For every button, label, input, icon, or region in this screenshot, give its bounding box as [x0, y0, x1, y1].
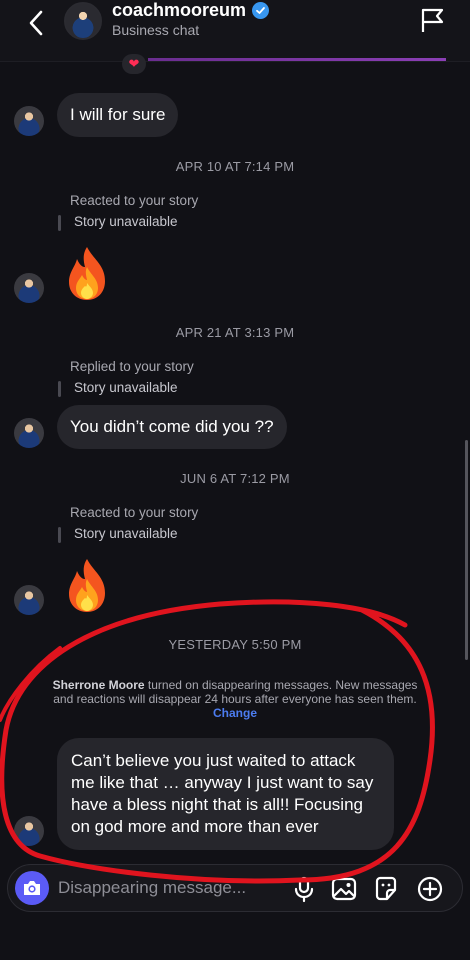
message-bubble[interactable]: I will for sure: [57, 93, 179, 137]
change-link[interactable]: Change: [213, 706, 257, 720]
story-unavailable: Story unavailable: [58, 214, 178, 231]
heart-reaction-icon[interactable]: ❤: [122, 54, 146, 74]
story-preview-strip: [148, 58, 446, 61]
message-input[interactable]: Disappearing message...: [58, 878, 246, 898]
message-line: have a bless night that is all!! Focusin…: [71, 795, 363, 814]
message-line: me like that … anyway I just want to say: [71, 773, 374, 792]
scrollbar[interactable]: [465, 440, 468, 660]
timestamp: APR 10 AT 7:14 PM: [175, 159, 295, 174]
timestamp: APR 21 AT 3:13 PM: [175, 325, 295, 340]
story-unavailable: Story unavailable: [58, 380, 178, 397]
message-line: on god more and more than ever: [71, 817, 319, 836]
sticker-icon[interactable]: [372, 875, 400, 903]
message-composer[interactable]: Disappearing message...: [7, 864, 463, 912]
plus-icon[interactable]: [416, 875, 444, 903]
message-line: Can’t believe you just waited to attack: [71, 751, 356, 770]
chat-header: coachmooreum Business chat: [0, 0, 470, 62]
fire-emoji-icon[interactable]: [63, 245, 111, 301]
avatar[interactable]: [14, 585, 44, 615]
camera-icon: [24, 881, 40, 895]
verified-badge-icon: [252, 2, 270, 19]
flag-icon[interactable]: [418, 6, 446, 34]
avatar[interactable]: [14, 106, 44, 136]
avatar[interactable]: [14, 273, 44, 303]
timestamp: YESTERDAY 5:50 PM: [168, 637, 302, 652]
username[interactable]: coachmooreum: [112, 0, 246, 21]
gallery-icon[interactable]: [330, 875, 358, 903]
disappearing-messages-notice: Sherrone Moore turned on disappearing me…: [52, 678, 418, 720]
message-bubble[interactable]: Can’t believe you just waited to attack …: [57, 738, 394, 850]
system-actor-name: Sherrone Moore: [52, 678, 145, 692]
story-reply-note: Replied to your story: [70, 359, 194, 374]
timestamp: JUN 6 AT 7:12 PM: [180, 471, 290, 486]
microphone-icon[interactable]: [290, 875, 318, 903]
message-bubble[interactable]: You didn’t come did you ??: [57, 405, 287, 449]
story-reaction-note: Reacted to your story: [70, 505, 199, 520]
story-unavailable: Story unavailable: [58, 526, 178, 543]
chevron-left-icon[interactable]: [22, 8, 52, 38]
avatar[interactable]: [14, 816, 44, 846]
avatar[interactable]: [14, 418, 44, 448]
header-avatar[interactable]: [64, 2, 102, 40]
camera-button[interactable]: [15, 871, 49, 905]
title-row[interactable]: coachmooreum: [112, 0, 270, 21]
message-text: You didn’t come did you ??: [70, 417, 274, 436]
story-reaction-note: Reacted to your story: [70, 193, 199, 208]
message-text: I will for sure: [70, 105, 166, 124]
chat-subtitle: Business chat: [112, 22, 200, 38]
fire-emoji-icon[interactable]: [63, 557, 111, 613]
